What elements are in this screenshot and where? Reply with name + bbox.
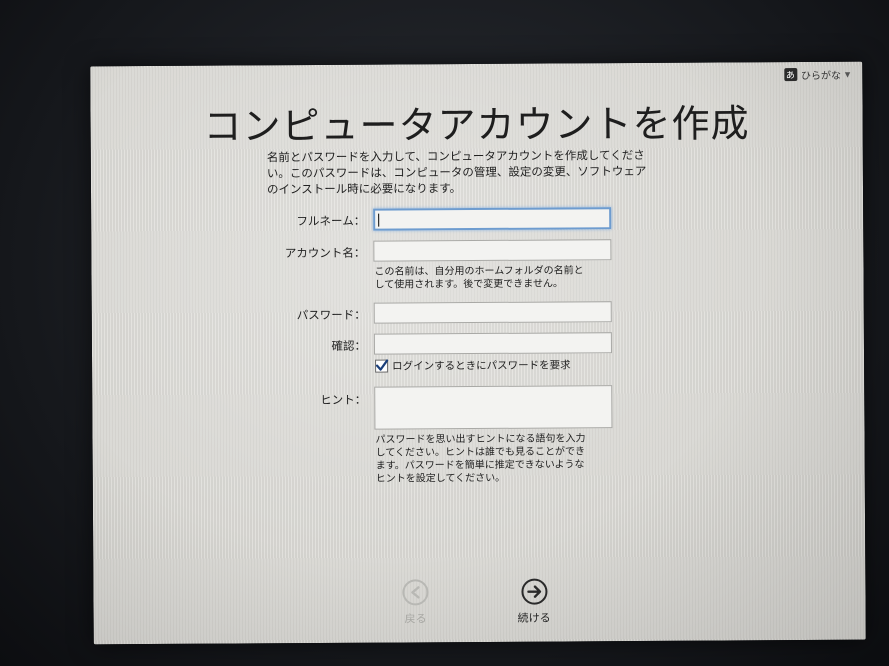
input-source-icon: あ	[783, 68, 797, 82]
page-title: コンピュータアカウントを作成	[203, 101, 750, 149]
input-source-label: ひらがな	[800, 70, 841, 83]
setup-assistant-window: あ ひらがな ▼ コンピュータアカウントを作成 名前とパスワードを入力して、コン…	[90, 61, 866, 645]
account-name-help: この名前は、自分用のホームフォルダの名前と して使用されます。後で変更できません…	[374, 265, 584, 291]
continue-label: 続ける	[517, 611, 551, 625]
account-name-label: アカウント名：	[284, 245, 366, 261]
intro-line: い。このパスワードは、コンピュータの管理、設定の変更、ソフトウェア	[266, 163, 647, 181]
verify-label: 確認：	[331, 338, 366, 353]
back-arrow-icon	[402, 579, 429, 606]
hint-field[interactable]	[374, 385, 613, 430]
hint-help: パスワードを思い出すヒントになる語句を入力 してください。ヒントは誰でも見ること…	[375, 433, 586, 485]
verify-field[interactable]	[373, 332, 613, 355]
full-name-field[interactable]	[373, 207, 612, 231]
require-password-option[interactable]: ログインするときにパスワードを要求	[375, 357, 571, 373]
password-field[interactable]	[373, 301, 612, 324]
back-label: 戻る	[404, 612, 427, 626]
hint-label: ヒント：	[320, 392, 367, 407]
back-button[interactable]: 戻る	[401, 578, 429, 626]
text-cursor	[378, 213, 380, 227]
intro-line: のインストール時に必要になります。	[266, 181, 462, 197]
chevron-down-icon: ▼	[844, 70, 851, 79]
require-password-label: ログインするときにパスワードを要求	[392, 359, 571, 373]
password-label: パスワード：	[296, 307, 366, 323]
forward-arrow-icon	[520, 578, 547, 605]
account-name-field[interactable]	[373, 239, 612, 262]
intro-text: 名前とパスワードを入力して、コンピュータアカウントを作成してくださ い。このパス…	[267, 147, 697, 198]
continue-button[interactable]: 続ける	[517, 578, 551, 626]
input-source-menu[interactable]: あ ひらがな ▼	[783, 67, 851, 83]
full-name-label: フルネーム：	[296, 213, 366, 229]
require-password-checkbox[interactable]	[375, 359, 389, 373]
checkmark-icon	[375, 359, 389, 371]
